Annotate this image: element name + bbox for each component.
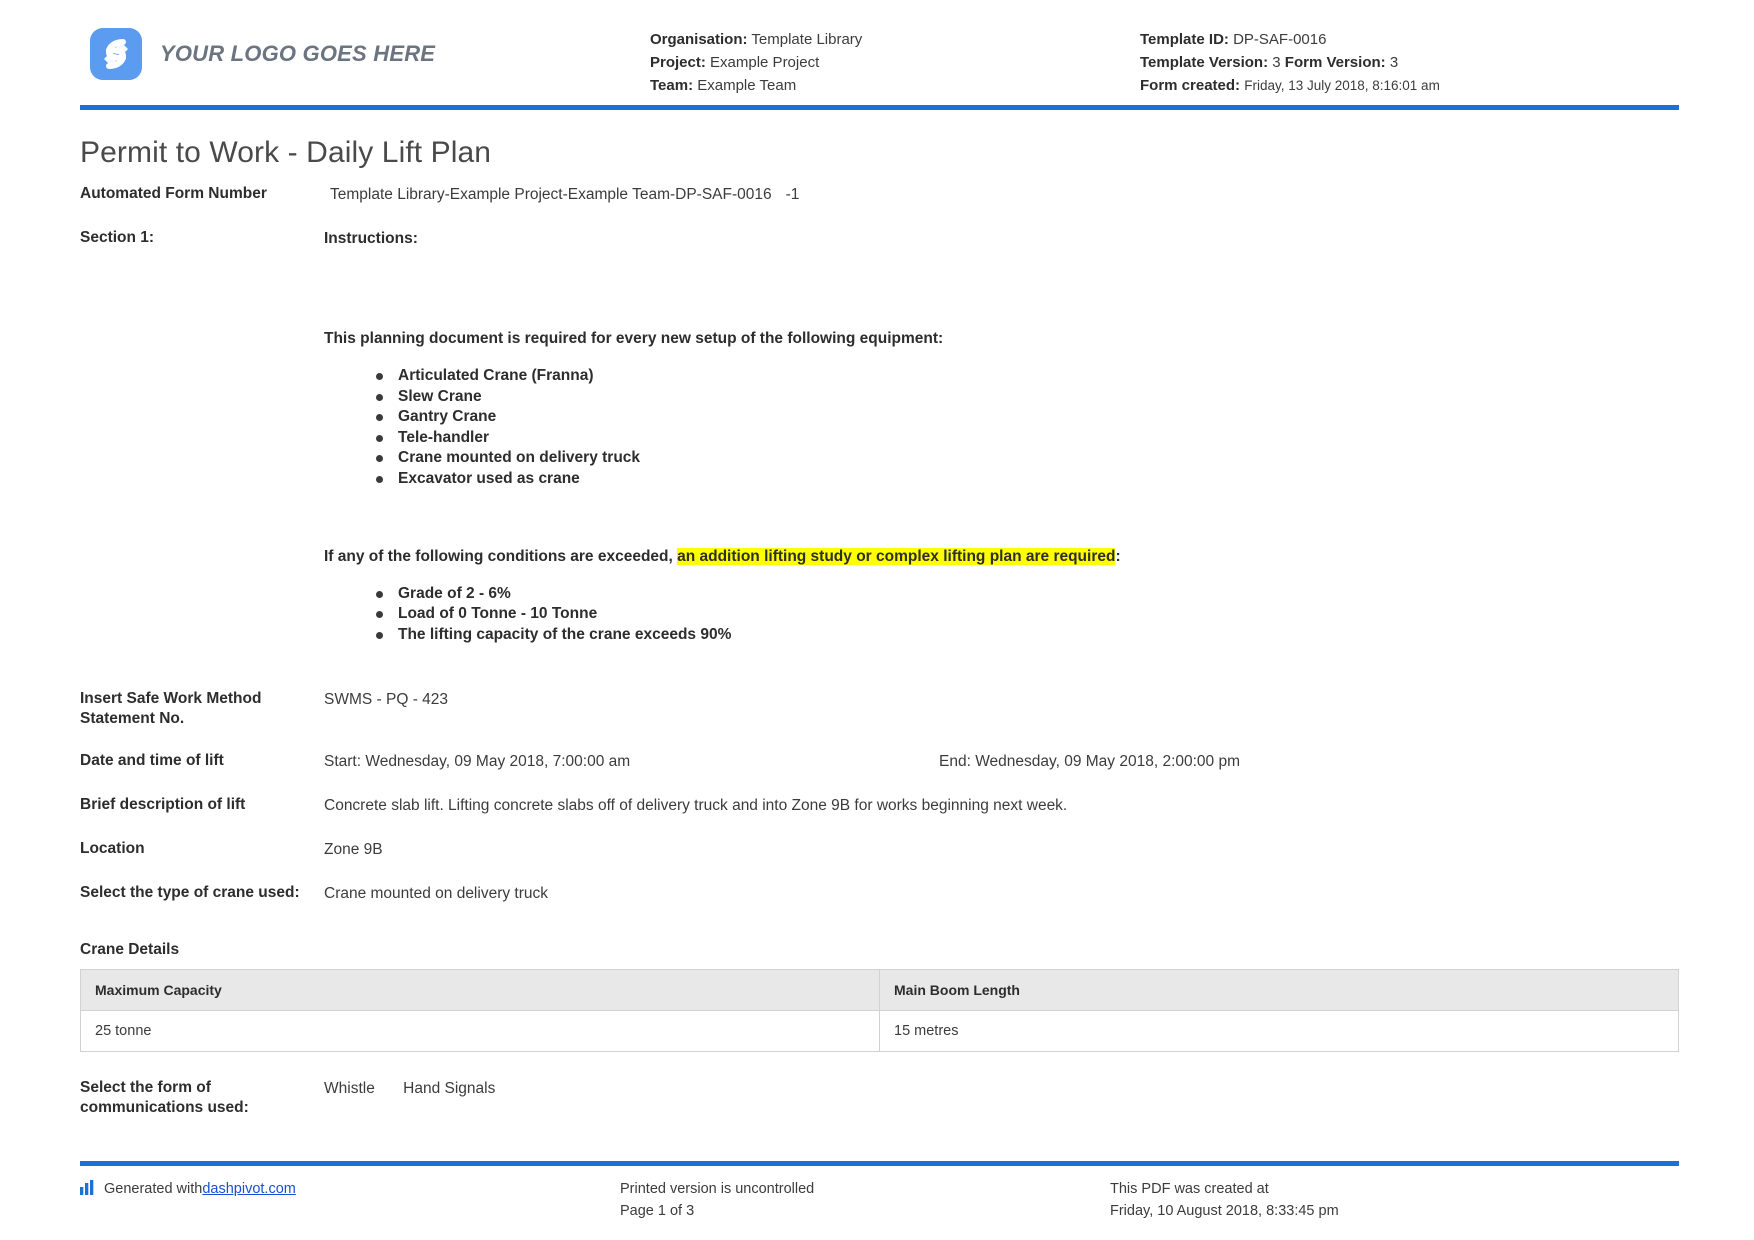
- form-created-line: Form created: Friday, 13 July 2018, 8:16…: [1140, 74, 1640, 97]
- brief-description-row: Brief description of lift Concrete slab …: [80, 795, 1679, 817]
- template-id-label: Template ID:: [1140, 31, 1229, 48]
- swms-value: SWMS - PQ - 423: [324, 689, 1679, 711]
- table-row: 25 tonne 15 metres: [81, 1011, 1679, 1052]
- dashpivot-link[interactable]: dashpivot.com: [202, 1178, 296, 1200]
- list-item: Articulated Crane (Franna): [376, 366, 1679, 387]
- version-line: Template Version: 3 Form Version: 3: [1140, 51, 1640, 74]
- communications-values: Whistle Hand Signals: [324, 1078, 1679, 1100]
- list-item: Tele-handler: [376, 428, 1679, 449]
- automated-form-number-row: Automated Form Number Template Library-E…: [80, 184, 1679, 206]
- header-meta-right: Template ID: DP-SAF-0016 Template Versio…: [1140, 18, 1640, 97]
- crane-details-table: Maximum Capacity Main Boom Length 25 ton…: [80, 969, 1679, 1052]
- page-title: Permit to Work - Daily Lift Plan: [80, 136, 1679, 170]
- communications-label: Select the form of communications used:: [80, 1078, 324, 1118]
- conditions-list: Grade of 2 - 6% Load of 0 Tonne - 10 Ton…: [324, 584, 1679, 646]
- conditions-intro-plain: If any of the following conditions are e…: [324, 548, 677, 565]
- date-time-label: Date and time of lift: [80, 751, 324, 771]
- equipment-list: Articulated Crane (Franna) Slew Crane Ga…: [324, 366, 1679, 490]
- header-divider: [80, 105, 1679, 110]
- logo-block: YOUR LOGO GOES HERE: [90, 18, 650, 80]
- automated-form-number-suffix: -1: [772, 186, 800, 203]
- table-header-row: Maximum Capacity Main Boom Length: [81, 970, 1679, 1011]
- printed-notice: Printed version is uncontrolled: [620, 1178, 1110, 1200]
- cell-maximum-capacity: 25 tonne: [81, 1011, 880, 1052]
- instructions-row: Section 1: Instructions: This planning d…: [80, 228, 1679, 645]
- document-body: Permit to Work - Daily Lift Plan Automat…: [0, 136, 1754, 1118]
- instructions-label: Instructions:: [324, 228, 1679, 250]
- bar-chart-icon: [80, 1180, 96, 1202]
- document-footer: Generated with dashpivot.com Printed ver…: [0, 1161, 1754, 1222]
- company-logo-icon: [90, 28, 142, 80]
- organisation-value: Template Library: [751, 31, 862, 48]
- crane-type-row: Select the type of crane used: Crane mou…: [80, 883, 1679, 905]
- automated-form-number-label: Automated Form Number: [80, 184, 324, 204]
- team-line: Team: Example Team: [650, 74, 1140, 97]
- location-label: Location: [80, 839, 324, 859]
- footer-pdf-block: This PDF was created at Friday, 10 Augus…: [1110, 1178, 1679, 1222]
- template-version-value: 3: [1272, 54, 1280, 71]
- form-version-label: Form Version:: [1285, 54, 1386, 71]
- conditions-intro: If any of the following conditions are e…: [324, 546, 1679, 568]
- date-time-row: Date and time of lift Start: Wednesday, …: [80, 751, 1679, 773]
- swms-label: Insert Safe Work Method Statement No.: [80, 689, 324, 729]
- template-id-value: DP-SAF-0016: [1233, 31, 1326, 48]
- pdf-created-value: Friday, 10 August 2018, 8:33:45 pm: [1110, 1200, 1679, 1222]
- crane-type-value: Crane mounted on delivery truck: [324, 883, 1679, 905]
- communications-row: Select the form of communications used: …: [80, 1078, 1679, 1118]
- footer-print-block: Printed version is uncontrolled Page 1 o…: [620, 1178, 1110, 1222]
- list-item: The lifting capacity of the crane exceed…: [376, 625, 1679, 646]
- team-value: Example Team: [697, 77, 796, 94]
- document-header: YOUR LOGO GOES HERE Organisation: Templa…: [0, 0, 1754, 97]
- location-row: Location Zone 9B: [80, 839, 1679, 861]
- automated-form-number-value-wrap: Template Library-Example Project-Example…: [324, 184, 1679, 206]
- lift-start-value: Start: Wednesday, 09 May 2018, 7:00:00 a…: [324, 751, 939, 773]
- project-label: Project:: [650, 54, 706, 71]
- conditions-intro-tail: :: [1115, 548, 1120, 565]
- column-header-main-boom-length: Main Boom Length: [880, 970, 1679, 1011]
- section-label: Section 1:: [80, 228, 324, 248]
- list-item: Slew Crane: [376, 387, 1679, 408]
- crane-details-title: Crane Details: [80, 941, 1679, 959]
- column-header-maximum-capacity: Maximum Capacity: [81, 970, 880, 1011]
- lift-end-value: End: Wednesday, 09 May 2018, 2:00:00 pm: [939, 751, 1240, 773]
- communications-value-hand-signals: Hand Signals: [403, 1080, 495, 1097]
- project-value: Example Project: [710, 54, 819, 71]
- brief-description-value: Concrete slab lift. Lifting concrete sla…: [324, 795, 1679, 817]
- list-item: Load of 0 Tonne - 10 Tonne: [376, 604, 1679, 625]
- list-item: Excavator used as crane: [376, 469, 1679, 490]
- form-created-label: Form created:: [1140, 77, 1240, 94]
- footer-generated-block: Generated with dashpivot.com: [80, 1178, 620, 1222]
- template-version-label: Template Version:: [1140, 54, 1268, 71]
- location-value: Zone 9B: [324, 839, 1679, 861]
- logo-text: YOUR LOGO GOES HERE: [160, 41, 435, 67]
- organisation-line: Organisation: Template Library: [650, 28, 1140, 51]
- list-item: Crane mounted on delivery truck: [376, 448, 1679, 469]
- communications-value-whistle: Whistle: [324, 1080, 375, 1097]
- conditions-intro-highlight: an addition lifting study or complex lif…: [677, 548, 1115, 565]
- team-label: Team:: [650, 77, 693, 94]
- project-line: Project: Example Project: [650, 51, 1140, 74]
- template-id-line: Template ID: DP-SAF-0016: [1140, 28, 1640, 51]
- cell-main-boom-length: 15 metres: [880, 1011, 1679, 1052]
- document-page: YOUR LOGO GOES HERE Organisation: Templa…: [0, 0, 1754, 1240]
- automated-form-number-value: Template Library-Example Project-Example…: [330, 186, 772, 203]
- crane-type-label: Select the type of crane used:: [80, 883, 324, 903]
- header-meta-left: Organisation: Template Library Project: …: [650, 18, 1140, 97]
- form-created-value: Friday, 13 July 2018, 8:16:01 am: [1244, 78, 1440, 93]
- date-time-values: Start: Wednesday, 09 May 2018, 7:00:00 a…: [324, 751, 1679, 773]
- list-item: Grade of 2 - 6%: [376, 584, 1679, 605]
- organisation-label: Organisation:: [650, 31, 748, 48]
- instructions-block: Instructions: This planning document is …: [324, 228, 1679, 645]
- brief-description-label: Brief description of lift: [80, 795, 324, 815]
- swms-row: Insert Safe Work Method Statement No. SW…: [80, 689, 1679, 729]
- form-version-value: 3: [1390, 54, 1398, 71]
- pdf-created-label: This PDF was created at: [1110, 1178, 1679, 1200]
- page-number: Page 1 of 3: [620, 1200, 1110, 1222]
- instructions-intro: This planning document is required for e…: [324, 328, 1679, 350]
- list-item: Gantry Crane: [376, 407, 1679, 428]
- generated-with-text: Generated with: [104, 1178, 202, 1200]
